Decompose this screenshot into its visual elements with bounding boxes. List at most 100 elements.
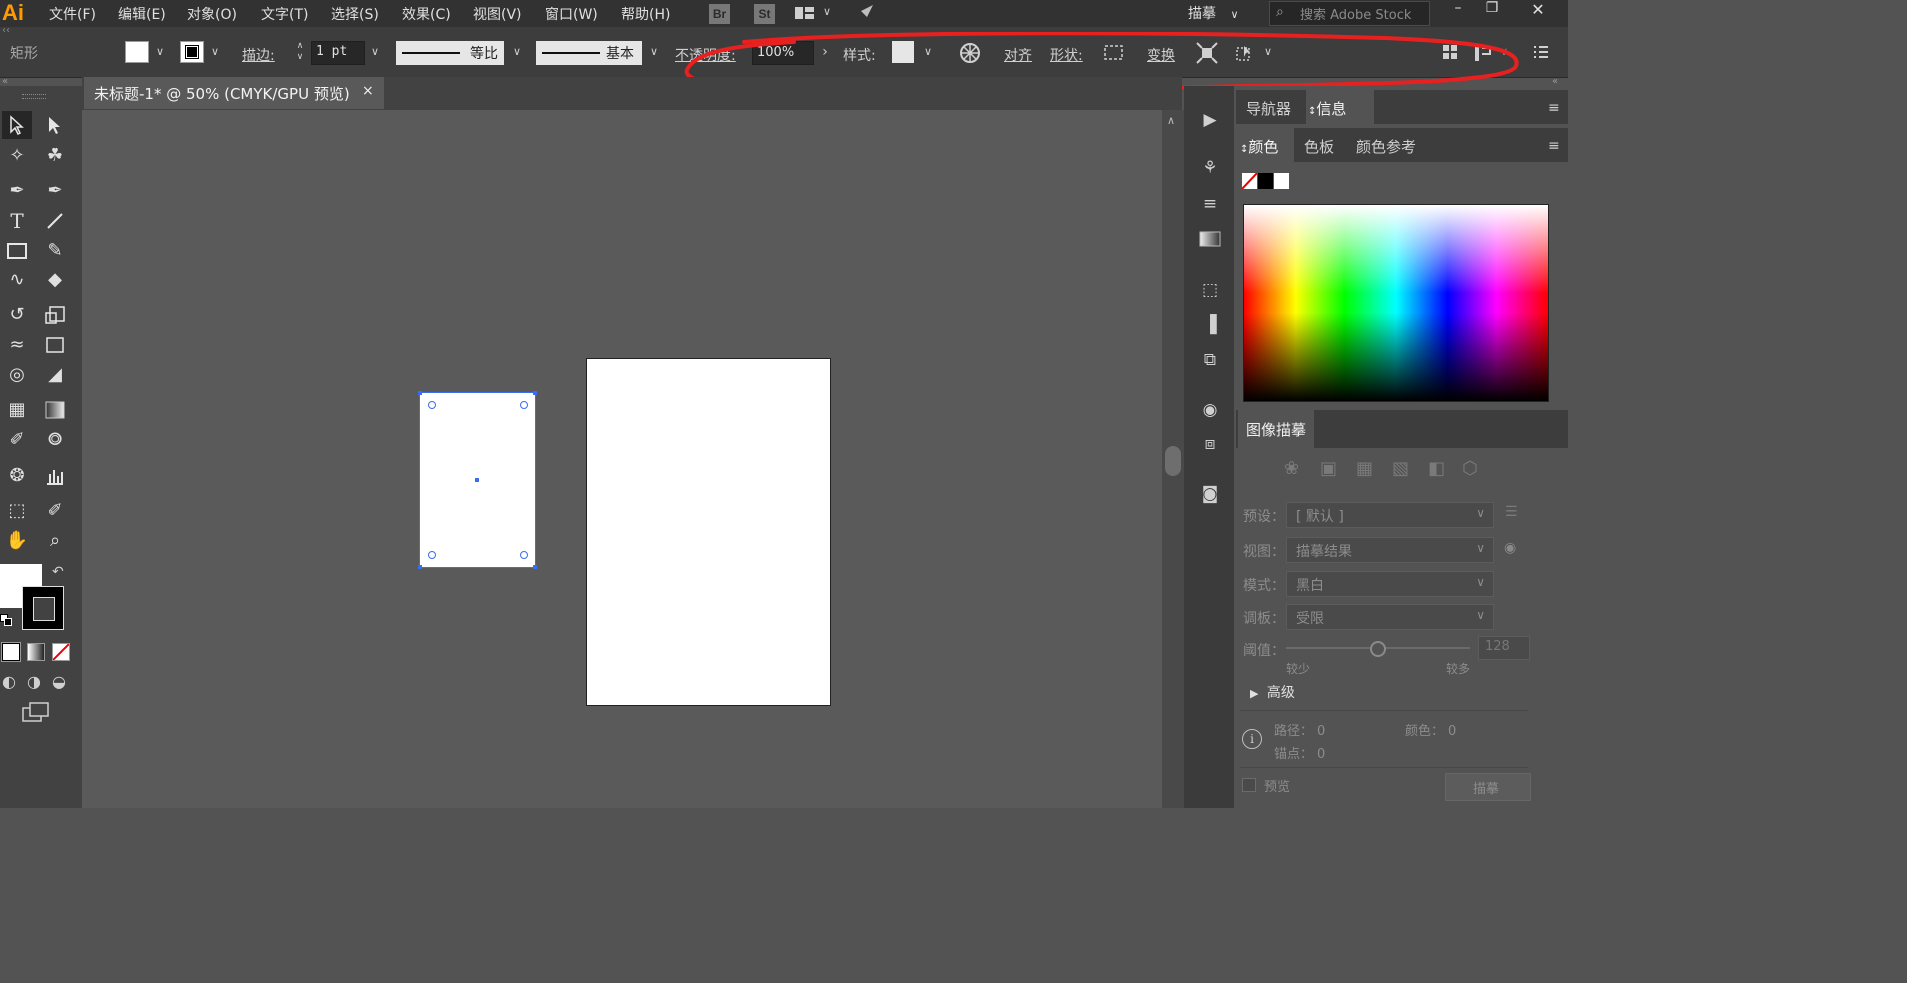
panel-menu-icon[interactable]: ≡ — [1548, 138, 1560, 154]
panel-menu-icon[interactable]: ≡ — [1548, 100, 1560, 116]
minimize-icon[interactable]: – — [1440, 0, 1476, 22]
anchor-point[interactable] — [533, 565, 537, 569]
graphic-styles-icon[interactable]: ⧈ — [1197, 432, 1223, 456]
tab-swatches[interactable]: 色板 — [1304, 136, 1334, 157]
arrange-documents-icon[interactable] — [794, 5, 816, 21]
anchor-point[interactable] — [418, 391, 422, 395]
chevron-down-icon[interactable]: ∨ — [150, 41, 170, 63]
image-trace-panel-icon[interactable]: ◙ — [1197, 482, 1223, 506]
black-swatch[interactable] — [1258, 173, 1273, 189]
free-transform-tool-icon[interactable] — [40, 331, 70, 359]
advanced-toggle[interactable]: ▶ 高级 — [1250, 682, 1295, 702]
rectangle-tool-icon[interactable] — [2, 237, 32, 265]
pathfinder-icon[interactable]: ⧉ — [1197, 348, 1223, 372]
menu-help[interactable]: 帮助(H) — [621, 4, 670, 24]
gradient-mode-icon[interactable] — [27, 643, 45, 661]
selected-rectangle[interactable] — [418, 391, 537, 569]
corner-widget[interactable] — [428, 401, 436, 409]
stroke-weight-stepper[interactable]: ∧ ∨ — [290, 41, 310, 65]
color-mode-icon[interactable] — [1, 642, 21, 662]
tab-navigator[interactable]: 导航器 — [1246, 98, 1291, 119]
perspective-grid-tool-icon[interactable]: ◢ — [40, 361, 70, 389]
stroke-swatch[interactable] — [180, 41, 204, 63]
stock-button[interactable]: St — [754, 4, 775, 24]
close-icon[interactable]: ✕ — [1520, 0, 1556, 22]
magic-wand-tool-icon[interactable]: ✧ — [2, 142, 32, 170]
color-spectrum[interactable] — [1243, 204, 1549, 402]
curvature-tool-icon[interactable]: ✒ — [40, 177, 70, 205]
corner-widget[interactable] — [520, 551, 528, 559]
tab-color[interactable]: ↕颜色 — [1240, 136, 1278, 157]
menu-file[interactable]: 文件(F) — [49, 4, 96, 24]
brush-definition-select[interactable]: 基本 — [536, 41, 642, 65]
chevron-down-icon[interactable]: ∨ — [205, 41, 225, 63]
eyedropper-tool-icon[interactable]: ✐ — [2, 426, 32, 454]
panel-menu-icon[interactable] — [1533, 45, 1549, 63]
paintbrush-tool-icon[interactable]: ✎ — [40, 237, 70, 265]
anchor-point[interactable] — [418, 565, 422, 569]
close-icon[interactable]: × — [362, 83, 374, 99]
draw-inside-icon[interactable]: ◒ — [52, 672, 66, 691]
artboard-tool-icon[interactable]: ⬚ — [2, 497, 32, 525]
tab-info[interactable]: ↕信息 — [1308, 98, 1346, 119]
zoom-tool-icon[interactable]: ⌕ — [40, 527, 70, 555]
eraser-tool-icon[interactable]: ◆ — [40, 266, 70, 294]
corner-widget[interactable] — [520, 401, 528, 409]
scroll-up-icon[interactable]: ∧ — [1167, 114, 1175, 127]
hand-tool-icon[interactable]: ✋ — [2, 527, 32, 555]
rotate-tool-icon[interactable]: ↺ — [2, 301, 32, 329]
warp-tool-icon[interactable]: ≈ — [2, 331, 32, 359]
chevron-down-icon[interactable]: ∨ — [644, 41, 664, 63]
stroke-weight-input[interactable]: 1 pt — [311, 41, 365, 65]
type-tool-icon[interactable]: T — [2, 207, 32, 235]
rocket-icon[interactable] — [855, 3, 877, 27]
menu-type[interactable]: 文字(T) — [261, 4, 308, 24]
tab-color-guide[interactable]: 颜色参考 — [1356, 136, 1416, 157]
stroke-panel-icon[interactable]: ≡ — [1197, 192, 1223, 216]
document-tab[interactable]: 未标题-1* @ 50% (CMYK/GPU 预览) × — [84, 77, 384, 109]
none-mode-icon[interactable] — [52, 643, 70, 661]
align-panel-icon[interactable]: ▐ — [1197, 313, 1223, 337]
vertical-scrollbar[interactable]: ∧ — [1162, 110, 1184, 808]
selection-tool-icon[interactable] — [2, 111, 32, 139]
default-fill-stroke-icon[interactable] — [0, 614, 12, 626]
play-action-icon[interactable]: ▶ — [1197, 108, 1223, 132]
blend-tool-icon[interactable]: ⭗ — [40, 426, 70, 454]
symbol-sprayer-tool-icon[interactable]: ❂ — [2, 462, 32, 490]
appearance-icon[interactable]: ◉ — [1197, 398, 1223, 422]
chevron-down-icon[interactable]: ∨ — [507, 41, 527, 63]
fill-swatch[interactable] — [125, 41, 149, 63]
draw-behind-icon[interactable]: ◑ — [27, 672, 41, 691]
screen-mode-icon[interactable] — [22, 701, 50, 727]
menu-effect[interactable]: 效果(C) — [402, 4, 451, 24]
stock-search-input[interactable]: ⌕ 搜索 Adobe Stock — [1269, 1, 1430, 26]
chevron-down-icon[interactable]: ∨ — [823, 5, 831, 18]
mesh-tool-icon[interactable]: ▦ — [2, 396, 32, 424]
scroll-thumb[interactable] — [1165, 446, 1181, 476]
scale-tool-icon[interactable] — [40, 301, 70, 329]
direct-selection-tool-icon[interactable] — [40, 111, 70, 139]
gradient-tool-icon[interactable] — [40, 396, 70, 424]
stroke-label[interactable]: 描边: — [242, 45, 275, 65]
shape-builder-tool-icon[interactable]: ◎ — [2, 361, 32, 389]
restore-icon[interactable]: ❐ — [1474, 0, 1510, 22]
line-segment-tool-icon[interactable] — [40, 207, 70, 235]
gradient-panel-icon[interactable] — [1197, 227, 1223, 251]
transform-panel-icon[interactable]: ⬚ — [1197, 278, 1223, 302]
menu-view[interactable]: 视图(V) — [473, 4, 522, 24]
menu-object[interactable]: 对象(O) — [187, 4, 237, 24]
stroke-color-box[interactable] — [22, 586, 64, 630]
menu-window[interactable]: 窗口(W) — [545, 4, 598, 24]
white-swatch[interactable] — [1274, 173, 1289, 189]
slice-tool-icon[interactable]: ✐ — [40, 497, 70, 525]
draw-normal-icon[interactable]: ◐ — [2, 672, 16, 691]
column-graph-tool-icon[interactable] — [40, 462, 70, 490]
brushes-icon[interactable]: ⚘ — [1197, 156, 1223, 180]
chevron-down-icon[interactable]: ∨ — [365, 41, 385, 63]
lasso-tool-icon[interactable]: ☘ — [40, 142, 70, 170]
artboard[interactable] — [586, 358, 831, 706]
anchor-point[interactable] — [533, 391, 537, 395]
workspace-switcher[interactable]: 描摹 ∨ — [1188, 3, 1239, 23]
menu-edit[interactable]: 编辑(E) — [118, 4, 166, 24]
shaper-tool-icon[interactable]: ∿ — [2, 266, 32, 294]
